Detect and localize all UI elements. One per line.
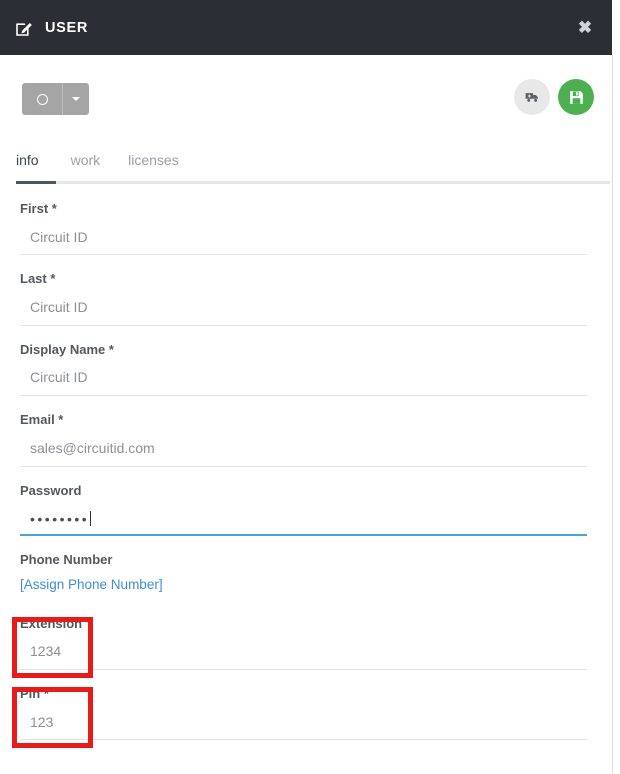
last-name-input[interactable]: Circuit ID: [20, 287, 612, 326]
panel-scroll-track[interactable]: [612, 55, 613, 774]
floppy-disk-save-icon: [568, 89, 585, 106]
field-label-extension: Extension: [20, 600, 612, 632]
toolbar-actions: [514, 79, 594, 115]
circle-ring-icon: [37, 94, 48, 105]
modal-right-gutter: [612, 0, 620, 774]
pin-input[interactable]: 123: [20, 702, 612, 741]
field-extension: Extension 1234: [0, 600, 612, 670]
tab-baseline: [16, 181, 610, 184]
field-label-first: First *: [20, 185, 612, 217]
assign-phone-number-link[interactable]: [Assign Phone Number]: [20, 567, 163, 599]
tab-licenses[interactable]: licenses: [114, 148, 193, 178]
field-label-email: Email *: [20, 396, 612, 428]
edit-square-icon: [14, 18, 34, 38]
field-label-phone-number: Phone Number: [20, 536, 612, 568]
field-first: First * Circuit ID: [0, 185, 612, 255]
modal-header-left: USER: [14, 0, 88, 55]
chevron-down-icon: [72, 97, 80, 101]
status-split-button: [22, 83, 89, 115]
status-button[interactable]: [22, 83, 62, 115]
modal-toolbar: [0, 55, 612, 140]
field-label-display-name: Display Name *: [20, 326, 612, 358]
text-caret: [90, 511, 91, 526]
field-label-password: Password: [20, 467, 612, 499]
truck-icon: [525, 90, 540, 105]
transfer-button[interactable]: [514, 79, 550, 115]
tab-info[interactable]: info: [16, 148, 57, 178]
field-phone-number: Phone Number [Assign Phone Number]: [0, 536, 612, 600]
tab-bar: info work licenses: [0, 140, 612, 185]
email-field[interactable]: sales@circuitid.com: [20, 428, 612, 467]
field-pin: Pin * 123: [0, 670, 612, 740]
field-label-last: Last *: [20, 255, 612, 287]
display-name-input[interactable]: Circuit ID: [20, 357, 612, 396]
field-last: Last * Circuit ID: [0, 255, 612, 325]
user-info-form: First * Circuit ID Last * Circuit ID Dis…: [0, 185, 612, 740]
close-icon[interactable]: ✖: [568, 0, 602, 55]
password-masked-value: ••••••••: [30, 511, 89, 528]
status-dropdown-button[interactable]: [63, 83, 89, 115]
tab-work[interactable]: work: [57, 148, 115, 178]
page-title: USER: [45, 20, 88, 36]
field-display-name: Display Name * Circuit ID: [0, 326, 612, 396]
tab-list: info work licenses: [16, 148, 193, 178]
field-password: Password ••••••••: [0, 467, 612, 536]
extension-input[interactable]: 1234: [20, 631, 612, 670]
modal-header: USER ✖: [0, 0, 612, 55]
user-edit-modal: USER ✖: [0, 0, 620, 774]
tab-active-indicator: [16, 181, 56, 184]
first-name-input[interactable]: Circuit ID: [20, 217, 612, 256]
save-button[interactable]: [558, 79, 594, 115]
field-email: Email * sales@circuitid.com: [0, 396, 612, 466]
password-field[interactable]: ••••••••: [20, 498, 612, 536]
field-underline: [20, 739, 587, 740]
field-label-pin: Pin *: [20, 670, 612, 702]
